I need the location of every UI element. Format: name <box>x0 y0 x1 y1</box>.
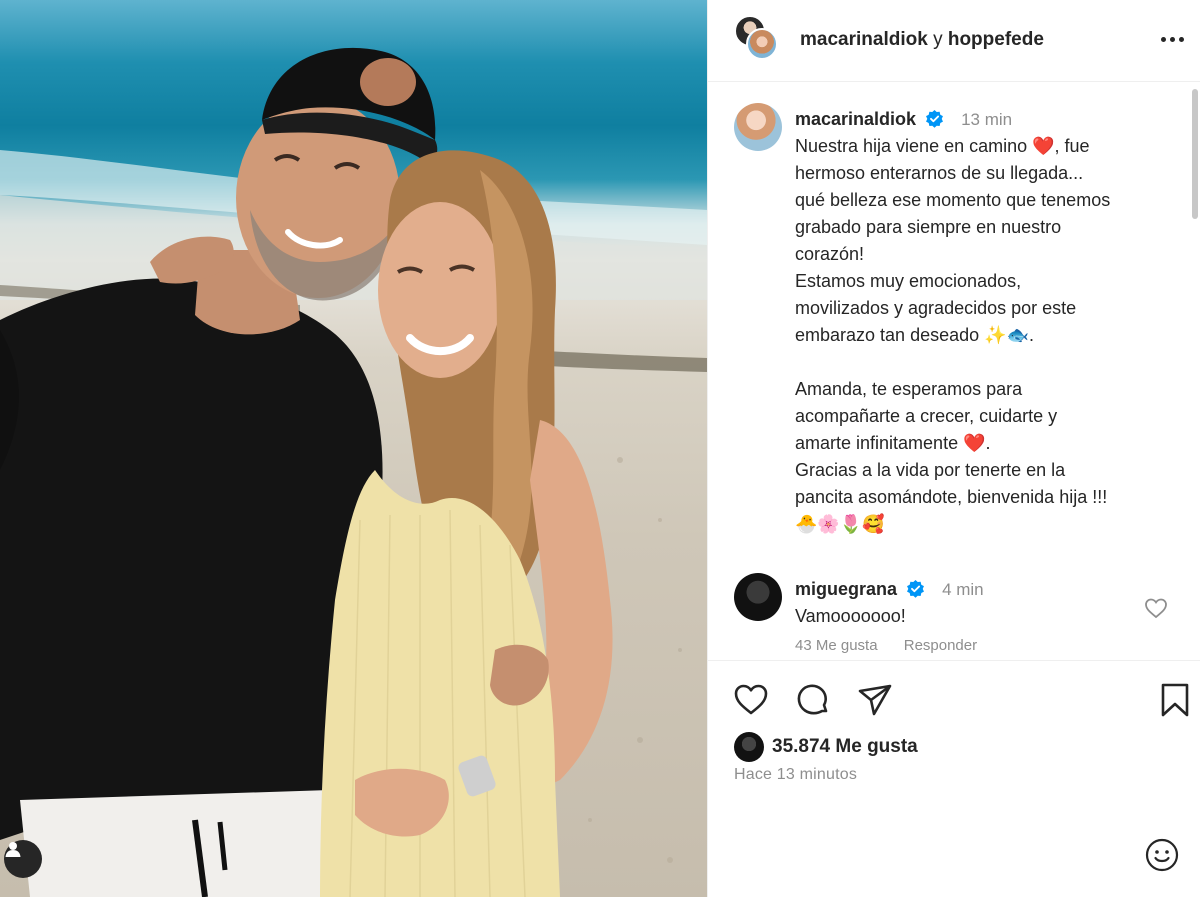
caption-line: amarte infinitamente ❤️. <box>795 433 991 453</box>
caption-line: Estamos muy emocionados, <box>795 271 1022 291</box>
comment-username[interactable]: miguegrana <box>795 579 897 599</box>
user-tag-button[interactable] <box>4 840 42 878</box>
comment-text: Vamooooooo! <box>795 606 906 626</box>
comment-time[interactable]: 4 min <box>942 580 984 599</box>
user-tag-icon <box>5 842 21 857</box>
header-usernames: macarinaldiok y hoppefede <box>800 29 1044 51</box>
caption-line: corazón! <box>795 244 865 264</box>
caption-line: grabado para siempre en nuestro <box>795 217 1062 237</box>
save-bookmark-icon[interactable] <box>1156 681 1194 719</box>
verified-icon <box>907 579 925 598</box>
caption-line: Gracias a la vida por tenerte en la <box>795 460 1066 480</box>
caption-line: Amanda, te esperamos para <box>795 379 1023 399</box>
reply-button[interactable]: Responder <box>904 637 977 654</box>
collab-avatars[interactable] <box>734 15 784 65</box>
caption-line: acompañarte a crecer, cuidarte y <box>795 406 1058 426</box>
like-heart-icon[interactable] <box>732 681 770 719</box>
post-photo[interactable] <box>0 0 707 897</box>
caption-line: embarazo tan deseado ✨🐟. <box>795 325 1034 345</box>
post-actions: 35.874 Me gusta Hace 13 minutos <box>708 660 1200 897</box>
caption-username[interactable]: macarinaldiok <box>795 109 916 129</box>
caption-line: qué belleza ese momento que tenemos <box>795 190 1111 210</box>
caption-time[interactable]: 13 min <box>961 110 1012 129</box>
comment-likes[interactable]: 43 Me gusta <box>795 637 878 654</box>
avatar[interactable] <box>734 103 782 151</box>
post-header: macarinaldiok y hoppefede <box>708 0 1200 82</box>
caption-line: hermoso enterarnos de su llegada... <box>795 163 1084 183</box>
header-connector: y <box>933 29 943 50</box>
caption-line: pancita asomándote, bienvenida hija !!! <box>795 487 1108 507</box>
comment-like-heart-icon[interactable] <box>1144 597 1168 619</box>
header-username-2[interactable]: hoppefede <box>948 29 1044 50</box>
share-icon[interactable] <box>856 681 894 719</box>
caption-line: 🐣🌸🌷🥰 <box>795 514 885 534</box>
verified-icon <box>926 109 944 128</box>
likes-row: 35.874 Me gusta <box>734 731 918 763</box>
post-side-panel: macarinaldiok y hoppefede macarinaldiok … <box>707 0 1200 897</box>
comment-meta: 43 Me gusta Responder <box>795 637 977 654</box>
comment-icon[interactable] <box>794 681 832 719</box>
emoji-icon[interactable] <box>1143 836 1181 874</box>
post-time-ago[interactable]: Hace 13 minutos <box>734 766 857 784</box>
header-username-1[interactable]: macarinaldiok <box>800 29 928 50</box>
more-options-icon[interactable] <box>1157 28 1187 50</box>
avatar[interactable] <box>734 573 782 621</box>
avatar[interactable] <box>746 28 778 60</box>
caption-line: Nuestra hija viene en camino ❤️, fue <box>795 136 1090 156</box>
caption-line: movilizados y agradecidos por este <box>795 298 1077 318</box>
avatar[interactable] <box>734 732 764 762</box>
likes-count[interactable]: 35.874 Me gusta <box>772 736 918 758</box>
comments-section[interactable]: macarinaldiok 13 min Nuestra hija viene … <box>708 83 1200 659</box>
comments-scrollbar[interactable] <box>1192 89 1198 219</box>
photo-illustration <box>0 47 707 897</box>
